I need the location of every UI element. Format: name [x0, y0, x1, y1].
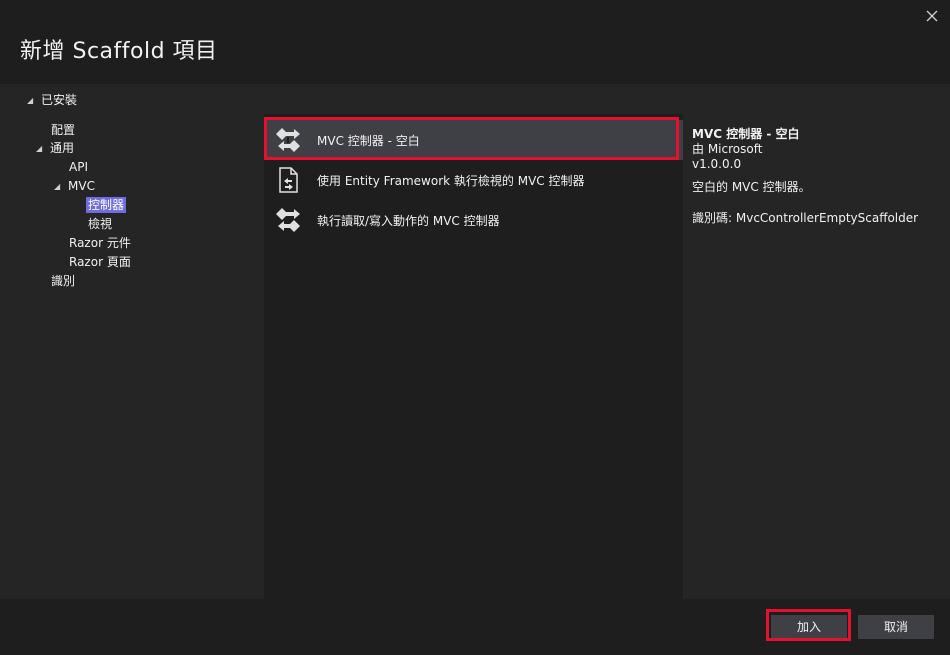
cancel-button[interactable]: 取消 [858, 615, 934, 639]
tree-item-razor-component[interactable]: Razor 元件 [69, 234, 131, 253]
detail-description: 空白的 MVC 控制器。 [692, 180, 811, 194]
dialog-title: 新增 Scaffold 項目 [20, 39, 218, 64]
expand-arrow-icon: ◢ [27, 96, 34, 105]
tree-item-razor-page[interactable]: Razor 頁面 [69, 253, 131, 272]
tree-item-controller[interactable]: 控制器 [86, 196, 127, 215]
tree-item-identity[interactable]: 識別 [51, 272, 75, 291]
controller-icon [276, 128, 300, 152]
controller-icon [276, 208, 300, 232]
close-icon [926, 10, 938, 22]
details-pane: MVC 控制器 - 空白 由 Microsoft v1.0.0.0 空白的 MV… [683, 114, 950, 599]
tree-installed[interactable]: ◢ 已安裝 [27, 92, 77, 108]
tree-item-common[interactable]: ◢ 通用 [36, 139, 74, 158]
expand-arrow-icon: ◢ [36, 144, 43, 153]
close-button[interactable] [922, 6, 942, 26]
tree-item-mvc[interactable]: ◢ MVC [54, 177, 95, 196]
tree-item-api[interactable]: API [69, 158, 88, 177]
template-item-mvc-ef[interactable]: 使用 Entity Framework 執行檢視的 MVC 控制器 [264, 160, 683, 200]
template-list: MVC 控制器 - 空白 使用 Entity Framework 執行檢視的 M… [264, 114, 683, 599]
template-item-mvc-empty[interactable]: MVC 控制器 - 空白 [264, 120, 683, 160]
detail-version: v1.0.0.0 [692, 157, 742, 171]
document-controller-icon [279, 167, 298, 193]
template-item-mvc-readwrite[interactable]: 執行讀取/寫入動作的 MVC 控制器 [264, 200, 683, 240]
tree-item-config[interactable]: 配置 [51, 121, 75, 140]
dialog-footer: 加入 取消 [0, 599, 950, 655]
tree-item-view[interactable]: 檢視 [88, 215, 112, 234]
title-bar: 新增 Scaffold 項目 [0, 0, 950, 84]
dialog-body: ◢ 已安裝 配置 ◢ 通用 API ◢ MVC 控制器 檢視 Razor 元件 Raz… [0, 84, 950, 599]
detail-title: MVC 控制器 - 空白 [692, 127, 800, 141]
expand-arrow-icon: ◢ [54, 182, 61, 191]
category-tree: 配置 ◢ 通用 API ◢ MVC 控制器 檢視 Razor 元件 Razor 頁面… [0, 120, 264, 599]
add-button[interactable]: 加入 [771, 615, 847, 639]
detail-id: 識別碼: MvcControllerEmptyScaffolder [692, 211, 919, 225]
detail-author: 由 Microsoft [692, 142, 763, 156]
